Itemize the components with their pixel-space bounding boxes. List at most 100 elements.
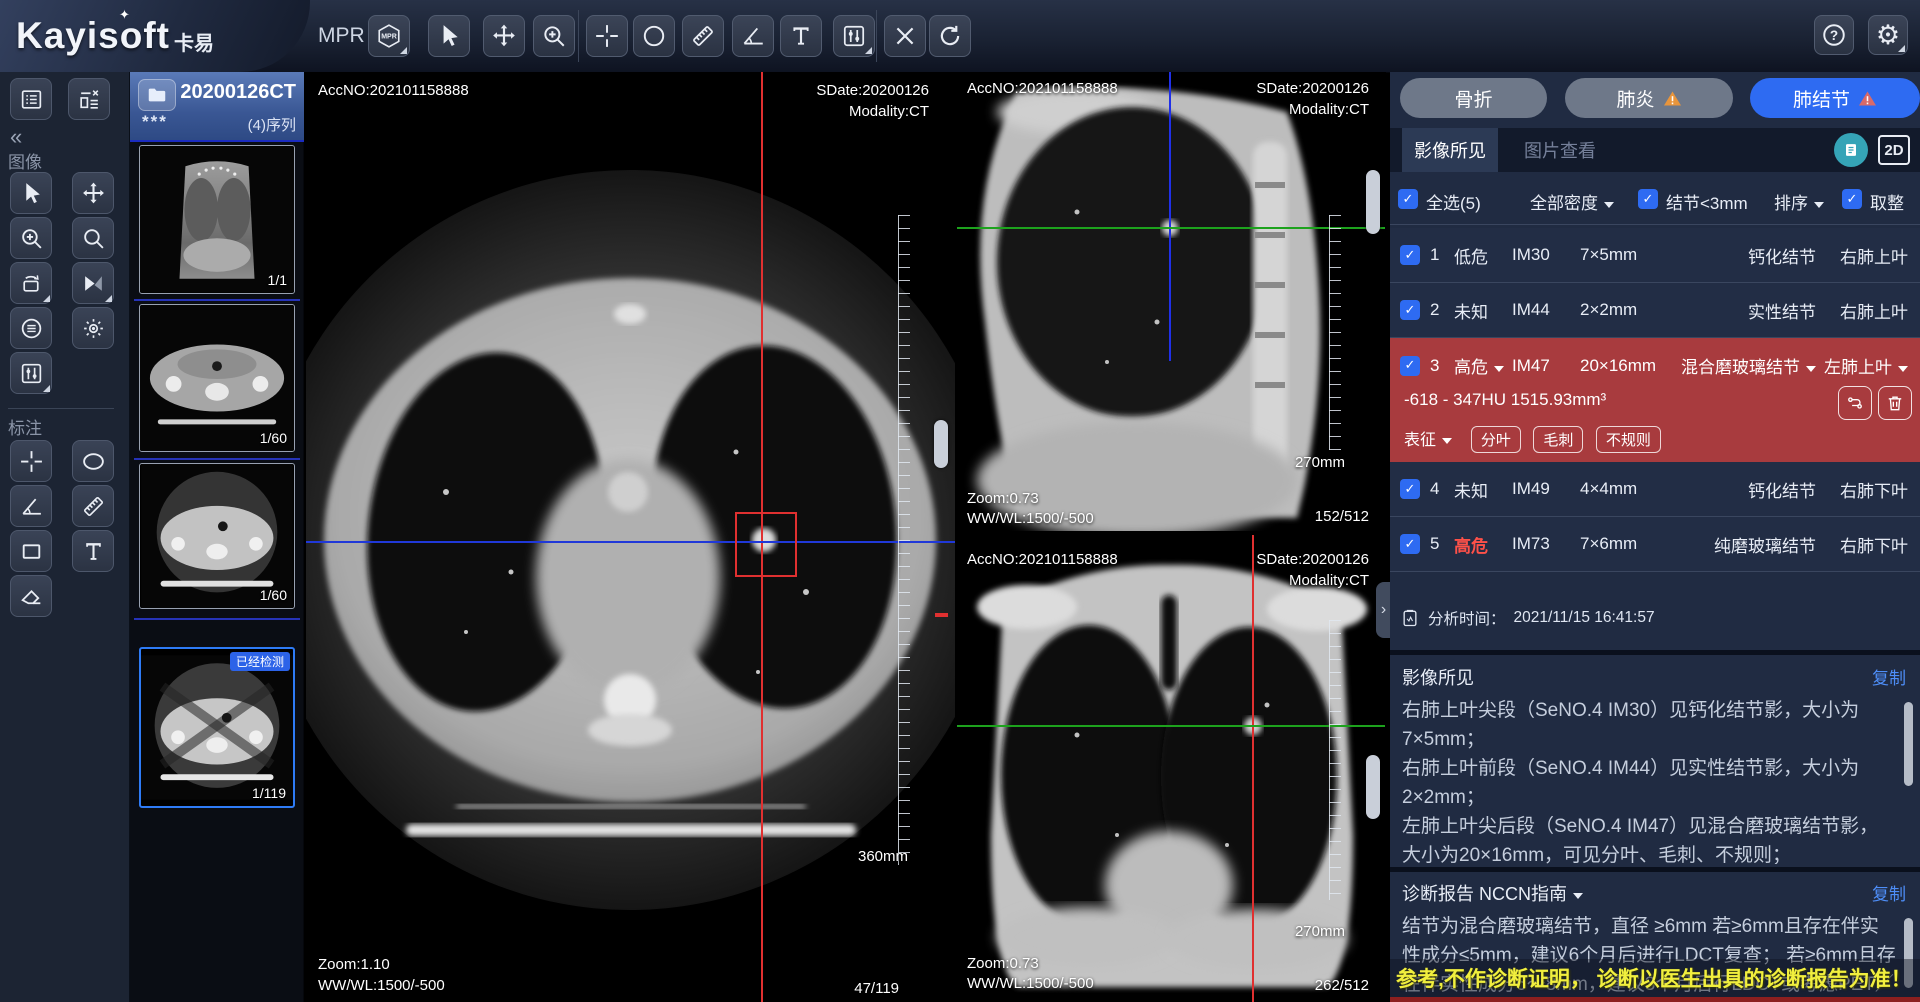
trait-chip[interactable]: 分叶 [1471, 426, 1521, 453]
trait-chip[interactable]: 毛刺 [1533, 426, 1583, 453]
tab-image-findings[interactable]: 影像所见 [1402, 128, 1498, 172]
small-nodule-label[interactable]: 结节<3mm [1666, 189, 1748, 214]
magnifier-tool-button[interactable] [72, 217, 114, 259]
sort-dropdown[interactable]: 排序 [1774, 189, 1824, 214]
slice-position-marker [935, 613, 948, 617]
analysis-time-row: 分析时间： 2021/11/15 16:41:57 [1400, 607, 1655, 629]
nodule-row-4[interactable]: ✓ 4 未知 IM49 4×4mm 钙化结节 右肺下叶 [1390, 462, 1920, 517]
tab-image-view[interactable]: 图片查看 [1508, 128, 1612, 172]
nodule-checkbox[interactable]: ✓ [1400, 356, 1420, 376]
zoom-in-tool-button[interactable] [10, 217, 52, 259]
series-thumbnail-scout[interactable]: 1/1 [139, 145, 295, 294]
left-tool-strip: « 图像 标注 [0, 72, 130, 1002]
collapse-strip-button[interactable]: « [10, 124, 22, 150]
flip-tool-button[interactable] [72, 262, 114, 304]
round-label[interactable]: 取整 [1870, 189, 1904, 214]
nodule-hu-volume: -618 - 347HU 1515.93mm³ [1404, 390, 1606, 410]
slice-scrollbar[interactable] [1366, 170, 1380, 234]
nodule-checkbox[interactable]: ✓ [1400, 534, 1420, 554]
series-header[interactable]: 20200126CT *** (4)序列 [130, 72, 304, 142]
tab-lung-nodule[interactable]: 肺结节 [1750, 78, 1920, 118]
select-all-label[interactable]: 全选(5) [1426, 189, 1481, 214]
brightness-tool-button[interactable] [72, 307, 114, 349]
close-tool-button[interactable] [884, 15, 926, 57]
settings-button[interactable]: ⚙ [1868, 15, 1908, 55]
nodule-filter-bar: ✓ 全选(5) 全部密度 ✓ 结节<3mm 排序 ✓ 取整 [1390, 176, 1920, 222]
angle-annotation-button[interactable] [10, 485, 52, 527]
slice-scrollbar[interactable] [934, 420, 948, 468]
pointer-tool-button[interactable] [10, 172, 52, 214]
series-list-button[interactable] [10, 78, 52, 120]
findings-scrollbar[interactable] [1904, 702, 1913, 786]
window-level-tool-button[interactable] [10, 352, 52, 394]
pan-tool-button[interactable] [72, 172, 114, 214]
nodule-checkbox[interactable]: ✓ [1400, 300, 1420, 320]
ruler-tool-button[interactable] [682, 15, 724, 57]
toolbar-divider [876, 10, 877, 62]
slice-scrollbar[interactable] [1366, 755, 1380, 819]
series-list-icon [19, 87, 44, 112]
reset-rotate-tool-button[interactable] [929, 15, 971, 57]
series-thumbnail-2[interactable]: 1/60 [139, 304, 295, 452]
pointer-tool-button[interactable] [428, 15, 470, 57]
round-checkbox[interactable]: ✓ [1842, 189, 1862, 209]
text-annotation-button[interactable] [72, 530, 114, 572]
viewport-axial[interactable]: AccNO:202101158888 SDate:20200126 Modali… [306, 72, 955, 1002]
2d-view-toggle-button[interactable]: 2D [1878, 135, 1910, 165]
crosshair-annotation-button[interactable] [10, 440, 52, 482]
nodule-size: 20×16mm [1580, 356, 1676, 376]
panel-collapse-handle[interactable]: › [1376, 582, 1391, 638]
copy-findings-button[interactable]: 复制 [1872, 664, 1906, 689]
crosshair-tool-button[interactable] [586, 15, 628, 57]
rotate-tool-button[interactable] [10, 262, 52, 304]
zoom-tool-button[interactable] [533, 15, 575, 57]
tab-fracture[interactable]: 骨折 [1400, 78, 1547, 118]
disclaimer-marquee: 参考,不作诊断证明， 诊断以医生出具的诊断报告为准！ [1390, 959, 1920, 997]
nodule-row-1[interactable]: ✓ 1 低危 IM30 7×5mm 钙化结节 右肺上叶 [1390, 228, 1920, 283]
series-thumbnail-selected[interactable]: 已经检测 1/119 [139, 647, 295, 808]
help-button[interactable]: ? [1814, 15, 1854, 55]
thumbnail-slice-count: 1/1 [268, 272, 287, 288]
nodule-row-2[interactable]: ✓ 2 未知 IM44 2×2mm 实性结节 右肺上叶 [1390, 283, 1920, 338]
angle-tool-button[interactable] [732, 15, 774, 57]
nodule-location-dropdown[interactable]: 左肺上叶 [1816, 353, 1908, 378]
layout-close-button[interactable] [68, 78, 110, 120]
invert-tool-button[interactable] [10, 307, 52, 349]
trait-chip[interactable]: 不规则 [1596, 426, 1661, 453]
nodule-roi-box[interactable] [735, 512, 797, 577]
ruler-annotation-button[interactable] [72, 485, 114, 527]
nodule-image-no: IM47 [1512, 356, 1580, 376]
chevron-down-icon [1494, 366, 1504, 377]
viewport-coronal[interactable]: AccNO:202101158888 SDate:20200126 Modali… [957, 535, 1385, 1002]
mpr-tool-button[interactable]: MPR [368, 15, 410, 57]
rectangle-annotation-button[interactable] [10, 530, 52, 572]
window-level-tool-button[interactable] [833, 15, 875, 57]
crosshair-icon [594, 23, 620, 49]
nodule-row-3-summary[interactable]: ✓ 3 高危 IM47 20×16mm 混合磨玻璃结节 左肺上叶 [1390, 338, 1920, 393]
pan-tool-button[interactable] [483, 15, 525, 57]
report-chat-button[interactable] [1834, 133, 1868, 167]
nodule-row-3-selected[interactable]: ✓ 3 高危 IM47 20×16mm 混合磨玻璃结节 左肺上叶 -618 - … [1390, 338, 1920, 462]
nodule-row-5[interactable]: ✓ 5 高危 IM73 7×6mm 纯磨玻璃结节 右肺下叶 [1390, 517, 1920, 572]
text-tool-button[interactable] [780, 15, 822, 57]
zoom-in-icon [19, 226, 44, 251]
density-filter-dropdown[interactable]: 全部密度 [1530, 189, 1614, 214]
tab-pneumonia[interactable]: 肺炎 [1565, 78, 1733, 118]
eraser-annotation-button[interactable] [10, 575, 52, 617]
nodule-risk-dropdown[interactable]: 高危 [1454, 353, 1512, 378]
nodule-location: 右肺上叶 [1816, 298, 1908, 323]
select-all-checkbox[interactable]: ✓ [1398, 189, 1418, 209]
nodule-checkbox[interactable]: ✓ [1400, 479, 1420, 499]
ellipse-annotation-button[interactable] [72, 440, 114, 482]
ellipse-tool-button[interactable] [633, 15, 675, 57]
traits-dropdown[interactable]: 表征 [1404, 432, 1452, 449]
segment-edit-button[interactable] [1838, 386, 1872, 420]
delete-nodule-button[interactable] [1878, 386, 1912, 420]
viewport-sagittal[interactable]: AccNO:202101158888 SDate:20200126 Modali… [957, 72, 1385, 531]
series-thumbnail-3[interactable]: 1/60 [139, 463, 295, 609]
nodule-checkbox[interactable]: ✓ [1400, 245, 1420, 265]
open-study-button[interactable] [138, 79, 176, 111]
nodule-type-dropdown[interactable]: 混合磨玻璃结节 [1676, 353, 1816, 378]
small-nodule-checkbox[interactable]: ✓ [1638, 189, 1658, 209]
copy-report-button[interactable]: 复制 [1872, 880, 1906, 905]
